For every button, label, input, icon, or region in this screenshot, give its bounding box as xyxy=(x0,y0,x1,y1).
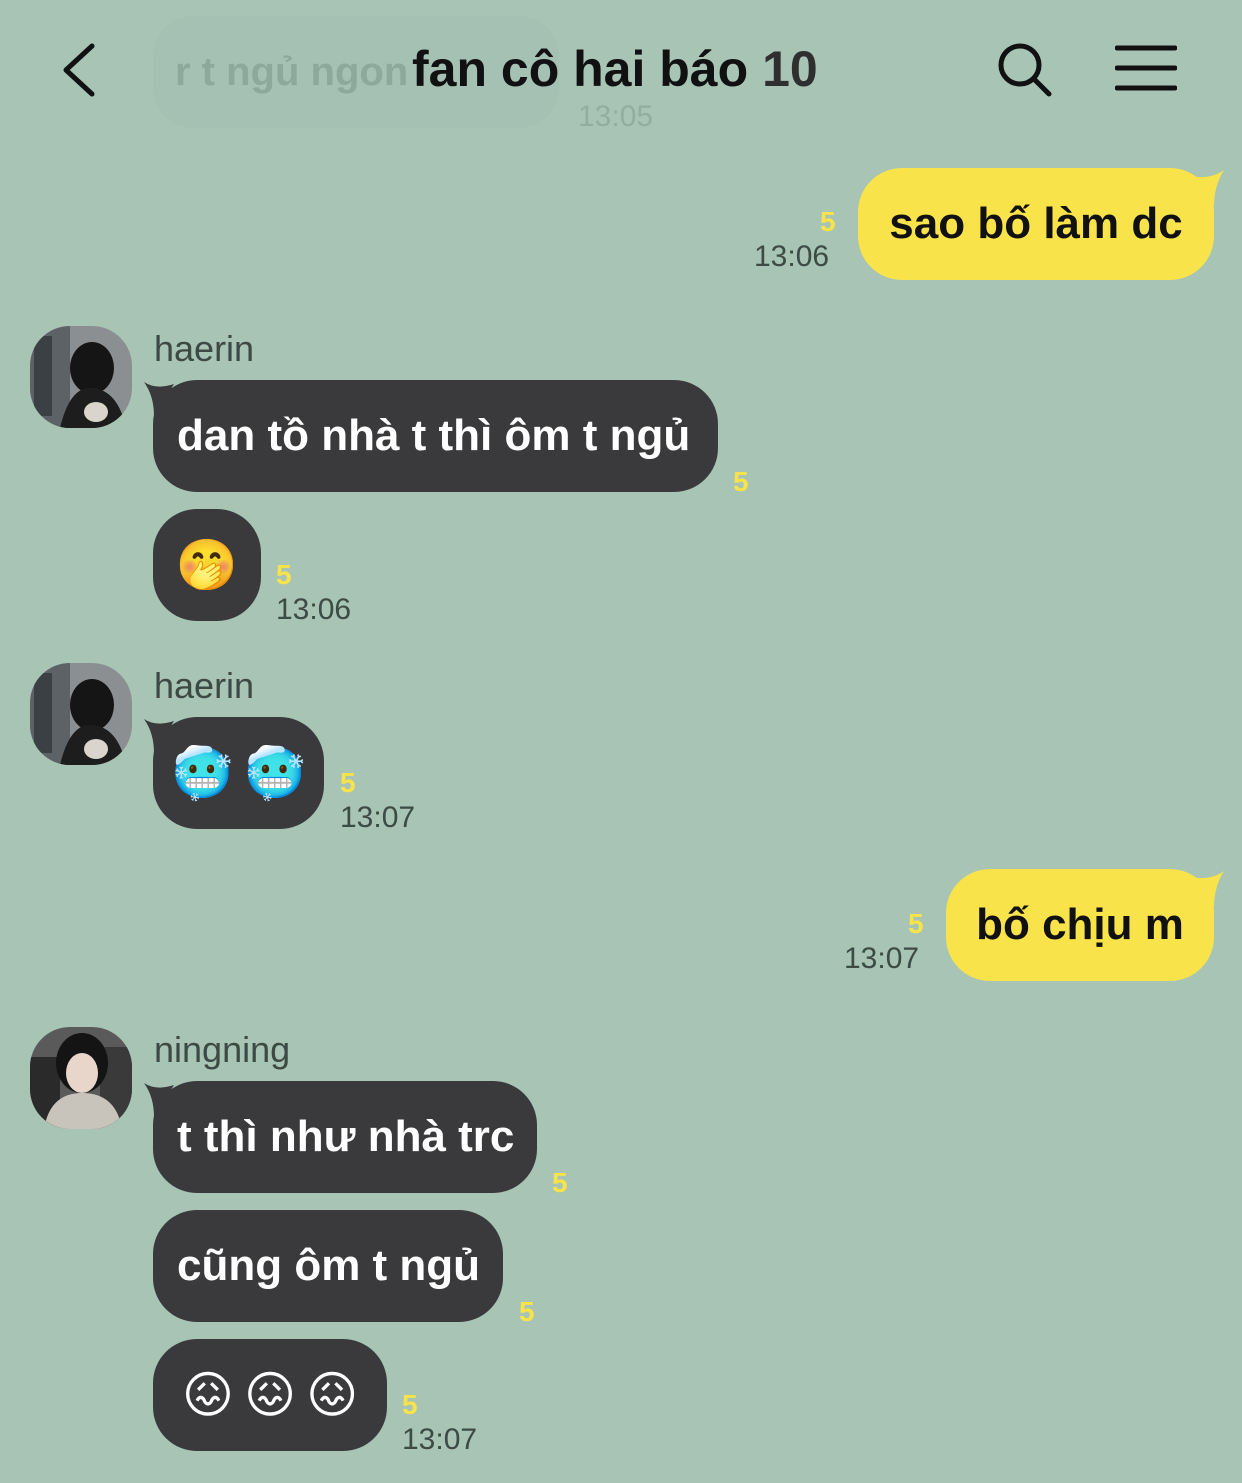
emoji-cold-face: 🥶 xyxy=(171,744,234,801)
previous-message-text-faded: r t ngủ ngon xyxy=(175,50,409,94)
emoji-confounded-face: 😖 xyxy=(243,1367,297,1423)
chevron-left-icon[interactable] xyxy=(58,40,108,100)
my-message-bubble[interactable]: bố chịu m xyxy=(946,869,1214,981)
message-text: sao bố làm dc xyxy=(889,199,1183,248)
emoji-confounded-face: 😖 xyxy=(306,1367,359,1423)
avatar-haerin[interactable] xyxy=(30,663,132,765)
their-message-bubble[interactable]: 🥶 🥶 xyxy=(153,717,324,829)
message-text: dan tồ nhà t thì ôm t ngủ xyxy=(177,411,691,460)
message-text: cũng ôm t ngủ xyxy=(177,1241,481,1290)
their-message-bubble[interactable]: cũng ôm t ngủ xyxy=(153,1210,503,1322)
avatar-haerin[interactable] xyxy=(30,326,132,428)
sender-name: haerin xyxy=(154,665,255,706)
emoji-hand-over-mouth: 🤭 xyxy=(175,536,239,593)
message-text: t thì như nhà trc xyxy=(177,1112,515,1161)
message-time: 13:06 xyxy=(276,593,352,626)
message-text: bố chịu m xyxy=(976,900,1184,949)
sender-name: haerin xyxy=(154,328,255,369)
hamburger-menu-icon[interactable] xyxy=(1114,44,1178,92)
their-message-bubble[interactable]: t thì như nhà trc xyxy=(153,1081,537,1193)
their-message-bubble[interactable]: dan tồ nhà t thì ôm t ngủ xyxy=(153,380,718,492)
message-time: 13:07 xyxy=(844,942,920,975)
emoji-cold-face: 🥶 xyxy=(243,744,306,801)
unread-count: 5 xyxy=(519,1296,535,1327)
unread-count: 5 xyxy=(552,1167,568,1198)
unread-count: 5 xyxy=(908,908,924,939)
emoji-confounded-face: 😖 xyxy=(181,1367,234,1423)
chat-title: fan cô hai báo 10 xyxy=(412,40,818,98)
unread-count: 5 xyxy=(340,767,356,798)
unread-count: 5 xyxy=(276,559,292,590)
unread-count: 5 xyxy=(820,206,836,237)
member-count: 10 xyxy=(762,41,818,97)
chat-title-text: fan cô hai báo xyxy=(412,41,749,97)
their-message-bubble[interactable]: 🤭 xyxy=(153,509,261,621)
bubble-tail xyxy=(1190,170,1224,206)
bubble-tail xyxy=(1190,871,1224,907)
unread-count: 5 xyxy=(733,466,749,497)
message-time: 13:07 xyxy=(402,1423,478,1456)
avatar-ningning[interactable] xyxy=(30,1027,132,1129)
message-time: 13:07 xyxy=(340,801,416,834)
their-message-bubble[interactable]: 😖 😖 😖 xyxy=(153,1339,387,1451)
search-icon[interactable] xyxy=(995,40,1055,100)
unread-count: 5 xyxy=(402,1389,418,1420)
message-time: 13:06 xyxy=(754,240,830,273)
previous-message-time-faded: 13:05 xyxy=(578,100,654,133)
my-message-bubble[interactable]: sao bố làm dc xyxy=(858,168,1214,280)
sender-name: ningning xyxy=(154,1029,291,1070)
